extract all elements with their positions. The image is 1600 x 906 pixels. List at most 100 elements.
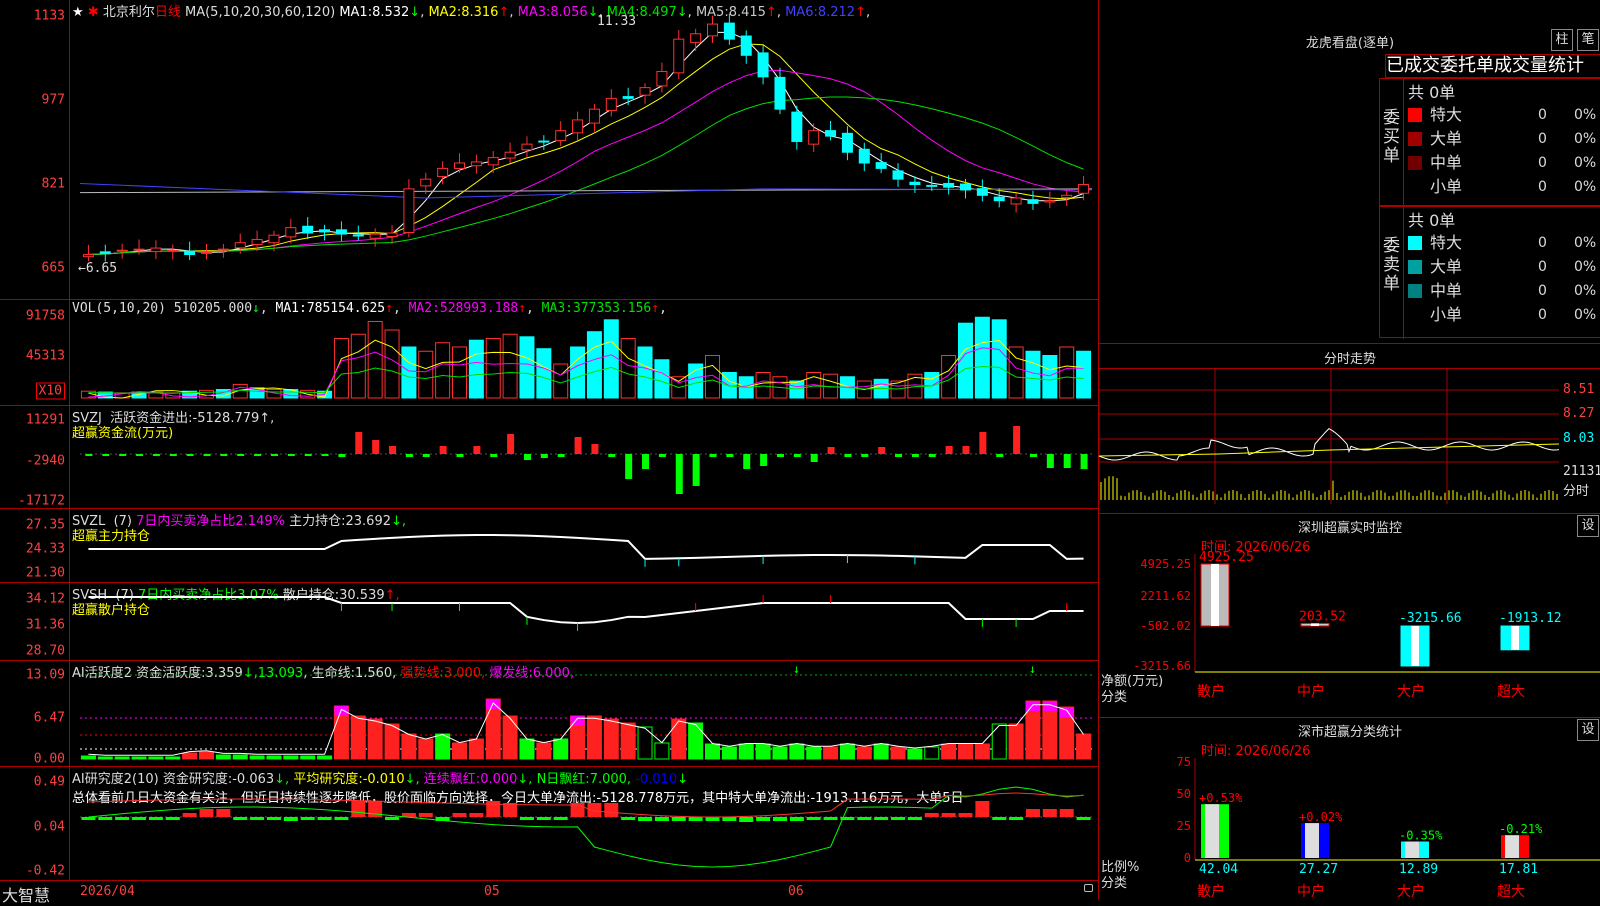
research-bar <box>1076 817 1091 820</box>
research-bar <box>1042 809 1057 817</box>
lock-icon[interactable] <box>1084 884 1093 892</box>
svsh-panel[interactable]: 34.12 31.36 28.70 SVSH (7) 7日内买卖净占比3.07%… <box>0 583 1098 661</box>
candle <box>808 130 820 145</box>
candlestick-chart[interactable] <box>0 0 1098 300</box>
activity-bar <box>80 755 96 760</box>
research-bar <box>975 801 990 817</box>
activity-bar <box>215 754 231 760</box>
ai-activity-chart[interactable]: ↓ ↓ <box>0 661 1098 767</box>
candle <box>993 196 1005 202</box>
ai-research-panel[interactable]: 0.49 0.04 -0.42 AI研究度2(10) 资金研究度:-0.063↓… <box>0 767 1098 880</box>
order-row: 小单 0 0% <box>1404 175 1600 199</box>
buy-section: 委买单 共 0单 特大 0 0% 大单 0 0% 中单 0 0% 小单 0 0% <box>1379 78 1600 207</box>
research-bar <box>823 817 838 820</box>
kline-panel[interactable]: 1133 977 821 665 ★ ✱ 北京利尔日线 MA(5,10,20,3… <box>0 0 1098 300</box>
longhu-header: 已成交委托单成交量统计 <box>1385 54 1600 78</box>
candle <box>217 248 229 251</box>
intraday-panel[interactable]: 分时走势 8.51 8.27 8.03 21131 分时 <box>1098 344 1600 514</box>
ratio-bar-highlight <box>1505 835 1519 858</box>
research-bar <box>891 817 906 820</box>
value-label: 4925.25 <box>1199 550 1254 565</box>
bar-mode-button[interactable]: 柱 <box>1551 29 1573 51</box>
sz-monitor-panel[interactable]: 深圳超赢实时监控 设 时间: 2026/06/26 4925.25 2211.62… <box>1099 514 1600 718</box>
y-label: 2211.62 <box>1140 589 1191 603</box>
tick-mode-button[interactable]: 笔 <box>1577 29 1599 51</box>
y-label: 50 <box>1177 787 1191 801</box>
research-bar <box>283 817 298 821</box>
candle <box>302 225 314 234</box>
chart-area[interactable]: 1133 977 821 665 ★ ✱ 北京利尔日线 MA(5,10,20,3… <box>0 0 1098 905</box>
research-bar <box>300 817 315 820</box>
flow-bar <box>287 454 295 456</box>
order-label: 大单 <box>1430 257 1463 276</box>
activity-bar <box>182 752 198 760</box>
volume-bar <box>452 346 467 399</box>
value-label: 17.81 <box>1499 862 1538 877</box>
volume-chart[interactable] <box>0 300 1098 406</box>
flow-bar <box>439 446 447 454</box>
research-bar <box>857 817 872 820</box>
candle <box>201 251 212 254</box>
candle <box>369 233 381 239</box>
color-swatch <box>1408 132 1422 146</box>
flow-bar <box>389 446 397 454</box>
activity-bar <box>536 742 552 760</box>
activity-bar <box>688 722 704 760</box>
research-bar <box>452 813 467 817</box>
research-bar <box>81 817 96 820</box>
research-bar <box>115 817 130 820</box>
order-label: 小单 <box>1430 305 1463 324</box>
research-bar <box>233 817 248 820</box>
intraday-chart[interactable] <box>1098 344 1600 514</box>
volume-bar <box>705 355 720 399</box>
flow-bar <box>979 432 987 454</box>
order-row: 中单 0 0% <box>1404 151 1600 175</box>
change-label: +0.02% <box>1299 810 1343 824</box>
order-row: 小单 0 0% <box>1404 303 1600 327</box>
volume-panel[interactable]: 91758 45313 X10 VOL(5,10,20) 510205.000↓… <box>0 300 1098 406</box>
research-bar <box>688 817 703 821</box>
research-bar <box>266 817 281 820</box>
svzj-chart[interactable] <box>0 406 1098 509</box>
svzl-panel[interactable]: 27.35 24.33 21.30 SVZL (7) 7日内买卖净占比2.149… <box>0 509 1098 583</box>
research-bar <box>671 817 686 821</box>
intraday-vol-label: 21131 <box>1563 464 1600 479</box>
signal-arrow: ↓ <box>1029 662 1036 676</box>
research-bar <box>739 817 754 822</box>
flow-bar <box>186 454 194 456</box>
order-value: 0 <box>1538 235 1547 251</box>
activity-bar <box>266 755 282 760</box>
net-amount-bar-chart[interactable]: 4925.25 2211.62 -502.02 -3215.66 4925.25 散户 20… <box>1099 514 1600 718</box>
flow-bar <box>810 454 818 462</box>
flow-bar <box>372 440 380 454</box>
sz-class-panel[interactable]: 深市超赢分类统计 设 时间: 2026/06/26 75 50 25 0 +0.53% 4… <box>1099 718 1600 900</box>
flow-bar <box>591 444 599 454</box>
svzl-chart[interactable] <box>0 509 1098 583</box>
order-pct: 0% <box>1574 235 1597 251</box>
ma4-line <box>88 96 1084 256</box>
svzj-panel[interactable]: 11291 -2940 -17172 SVZJ 活跃资金进出:-5128.779… <box>0 406 1098 509</box>
candle <box>1010 197 1022 205</box>
burst-cap <box>334 706 349 716</box>
flow-bar <box>405 454 413 457</box>
x-axis: 大智慧 2026/04 05 06 <box>0 880 1098 905</box>
research-bar <box>469 813 484 817</box>
candle <box>960 183 971 191</box>
ratio-bar-highlight <box>1205 804 1219 858</box>
axis-category: 分类 <box>1101 690 1128 705</box>
flow-bar <box>254 454 262 456</box>
candle <box>82 254 94 258</box>
ai-activity-panel[interactable]: 13.09 6.47 0.00 AI活跃度2 资金活跃度:3.359↓,13.0… <box>0 661 1098 767</box>
candle <box>167 249 179 252</box>
ratio-bar-chart[interactable]: 75 50 25 0 +0.53% 42.04 散户 +0.02% 27.27 中户 -0.35% 1… <box>1099 718 1600 900</box>
order-value: 0 <box>1538 307 1547 323</box>
color-swatch <box>1408 236 1422 250</box>
candle <box>943 182 955 188</box>
candle <box>1078 184 1090 194</box>
research-bar <box>351 801 366 817</box>
sell-total-label: 共 <box>1408 211 1425 230</box>
ai-research-chart[interactable] <box>0 767 1098 880</box>
candle <box>487 157 499 166</box>
order-value: 0 <box>1538 179 1547 195</box>
svsh-chart[interactable] <box>0 583 1098 661</box>
